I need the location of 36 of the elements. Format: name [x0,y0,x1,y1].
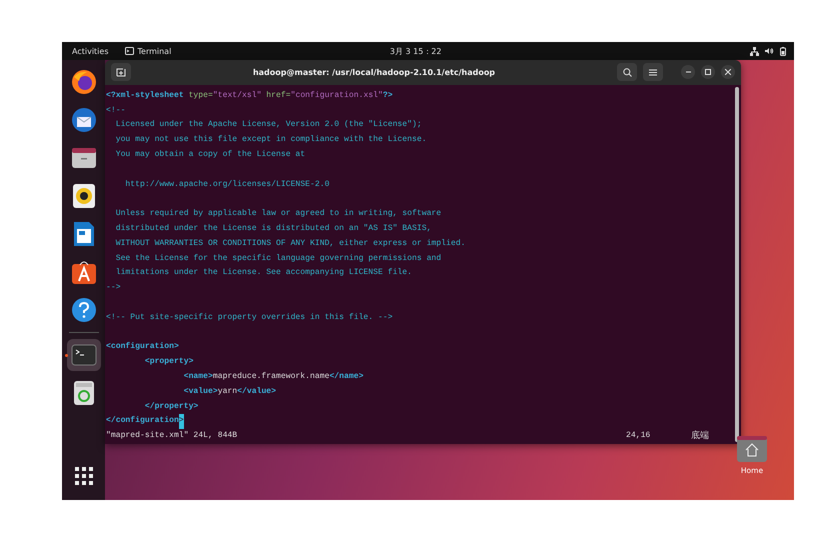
window-title: hadoop@master: /usr/local/hadoop-2.10.1/etc/hadoop [252,68,496,77]
code-text: </value> [237,386,276,398]
code-text: <property> [144,356,194,368]
code-text: type= [188,90,213,102]
code-text: <value> [182,386,218,398]
code-text: mapreduce.framework.name [212,371,330,384]
code-text: distributed under the License is distributed on an "AS IS" BASIS, [114,223,432,236]
code-text: <!-- Put site-specific property overrides in this file. --> [106,312,393,324]
code-text: Unless required by applicable law or agreed to in writing, software [114,208,442,220]
code-text: You may obtain a copy of the License at [114,149,306,162]
code-text: </property> [144,400,198,413]
code-text: <name> [182,371,213,384]
code-text: WITHOUT WARRANTIES OR CONDITIONS OF ANY KIND, either express or implied. [114,238,466,250]
app-menu[interactable]: Terminal [138,46,172,56]
activities-button[interactable]: Activities [72,46,108,56]
code-text: href= [265,90,291,102]
code-text: <configuration> [106,341,179,354]
code-text: </name> [329,371,364,384]
code-text: "configuration.xsl" [290,90,383,102]
clock[interactable]: 3月 3 15：22 [390,46,442,56]
code-text: </configuration [106,415,179,428]
code-text: yarn [218,386,238,398]
code-text: "text/xsl" [212,90,262,102]
code-text: you may not use this file except in compliance with the License. [114,134,427,146]
code-text: http://www.apache.org/licenses/LICENSE-2.0 [124,178,330,191]
code-text: --> [106,282,121,294]
code-text: <?xml-stylesheet [106,90,185,102]
scroll-position: 底端 [691,431,709,442]
code-text: ?> [382,90,393,102]
cursor-position: 24,16 [626,431,650,440]
code-text: limitations under the License. See accompanying LICENSE file. [114,267,412,280]
code-text: <!-- [106,104,126,117]
code-text: Licensed under the Apache License, Version 2.0 (the "License"); [114,119,422,132]
file-info: "mapred-site.xml" 24L, 844B [106,431,238,440]
text-cursor: > [178,414,184,430]
code-text: See the License for the specific language governing permissions and [114,252,442,265]
